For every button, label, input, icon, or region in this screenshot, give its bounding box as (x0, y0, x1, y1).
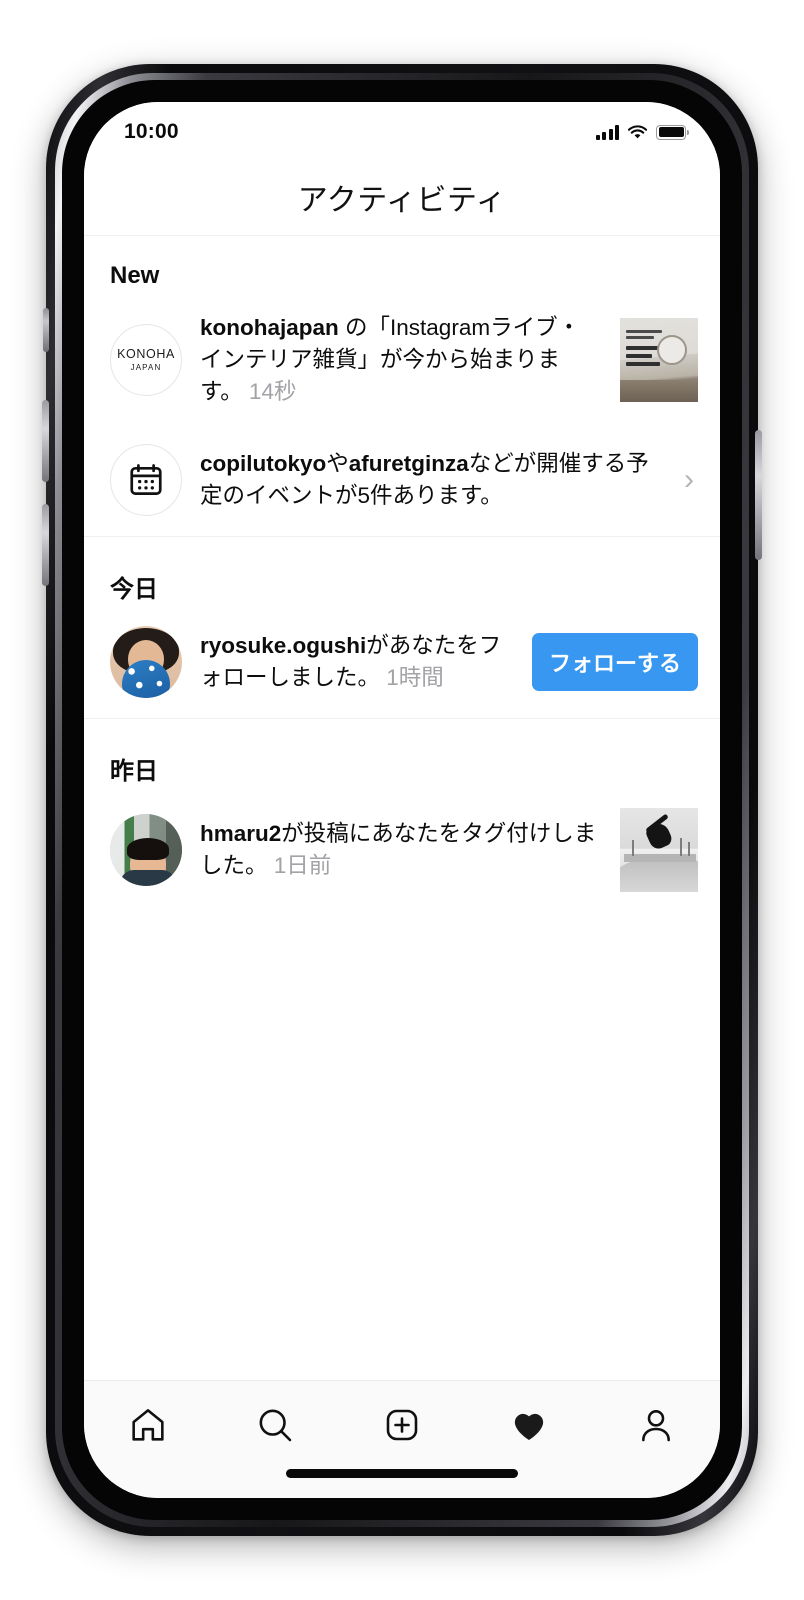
section-header-yesterday: 昨日 (110, 757, 158, 785)
notification-text: konohajapan の「Instagramライブ・インテリア雑貨」が今から始… (200, 312, 602, 408)
battery-full-icon (656, 124, 689, 140)
page-title: アクティビティ (297, 183, 507, 217)
section-divider (84, 717, 720, 725)
notification-timestamp: 14秒 (249, 378, 297, 404)
tab-create[interactable] (366, 1397, 438, 1453)
notification-text: hmaru2が投稿にあなたをタグ付けしました。 1日前 (200, 818, 602, 882)
notification-username[interactable]: konohajapan (200, 315, 339, 340)
tab-home[interactable] (112, 1397, 184, 1453)
notification-text: ryosuke.ogushiがあなたをフォローしました。 1時間 (200, 630, 514, 694)
post-thumbnail-interior[interactable] (620, 317, 698, 402)
notification-username-secondary[interactable]: afuretginza (349, 451, 469, 476)
chevron-right-icon[interactable]: › (684, 464, 698, 495)
avatar-logo-line2: JAPAN (130, 363, 162, 373)
notification-timestamp: 1日前 (273, 852, 332, 878)
heart-icon (514, 1413, 544, 1441)
section-divider (84, 535, 720, 543)
notification-text: copilutokyoやafuretginzaなどが開催する予定のイベントが5件… (200, 448, 666, 512)
status-bar-indicators (595, 124, 689, 140)
cellular-bars-icon (595, 124, 619, 140)
notification-item-ryosuke-follow[interactable]: ryosuke.ogushiがあなたをフォローしました。 1時間 フォローする (84, 609, 720, 718)
power-button[interactable] (755, 430, 762, 560)
notification-item-hmaru2-tag[interactable]: hmaru2が投稿にあなたをタグ付けしました。 1日前 (84, 791, 720, 912)
avatar-ryosuke-ogushi[interactable] (110, 625, 182, 698)
notification-conjunction: や (326, 450, 349, 476)
home-icon (131, 1409, 164, 1441)
notification-username[interactable]: hmaru2 (200, 821, 281, 846)
notification-item-upcoming-events[interactable]: copilutokyoやafuretginzaなどが開催する予定のイベントが5件… (84, 427, 720, 536)
notification-username[interactable]: copilutokyo (200, 451, 326, 476)
avatar-konohajapan[interactable]: KONOHA JAPAN (110, 323, 182, 396)
notification-username[interactable]: ryosuke.ogushi (200, 633, 366, 658)
avatar-hmaru2[interactable] (110, 813, 182, 886)
search-icon (259, 1409, 292, 1442)
tab-activity[interactable] (493, 1397, 565, 1453)
device-stage: 10:00 アクティビティ New KONOHA JAPAN konohajap… (0, 0, 804, 1600)
wifi-icon (627, 124, 648, 138)
avatar-logo-line1: KONOHA (117, 347, 175, 362)
section-header-new: New (110, 262, 160, 289)
notification-timestamp: 1時間 (386, 664, 444, 690)
status-bar-time: 10:00 (124, 120, 179, 143)
silent-switch-button[interactable] (43, 308, 49, 352)
app-header: アクティビティ (84, 158, 720, 236)
profile-icon (642, 1410, 671, 1442)
tab-profile[interactable] (620, 1397, 692, 1453)
tab-search[interactable] (239, 1397, 311, 1453)
volume-down-button[interactable] (42, 504, 49, 586)
post-thumbnail-skate[interactable] (620, 807, 698, 892)
status-bar: 10:00 (84, 102, 720, 158)
avatar-calendar (110, 443, 182, 516)
follow-button[interactable]: フォローする (531, 632, 698, 691)
home-indicator[interactable] (286, 1469, 518, 1478)
section-header-today: 今日 (110, 575, 158, 603)
calendar-icon (130, 463, 162, 495)
bottom-tab-bar (84, 1380, 720, 1498)
activity-feed: New KONOHA JAPAN konohajapan の「Instagram… (84, 236, 720, 912)
add-post-icon (386, 1409, 418, 1441)
volume-up-button[interactable] (42, 400, 49, 482)
phone-screen: 10:00 アクティビティ New KONOHA JAPAN konohajap… (84, 102, 720, 1498)
notification-item-konohajapan-live[interactable]: KONOHA JAPAN konohajapan の「Instagramライブ・… (84, 296, 720, 428)
